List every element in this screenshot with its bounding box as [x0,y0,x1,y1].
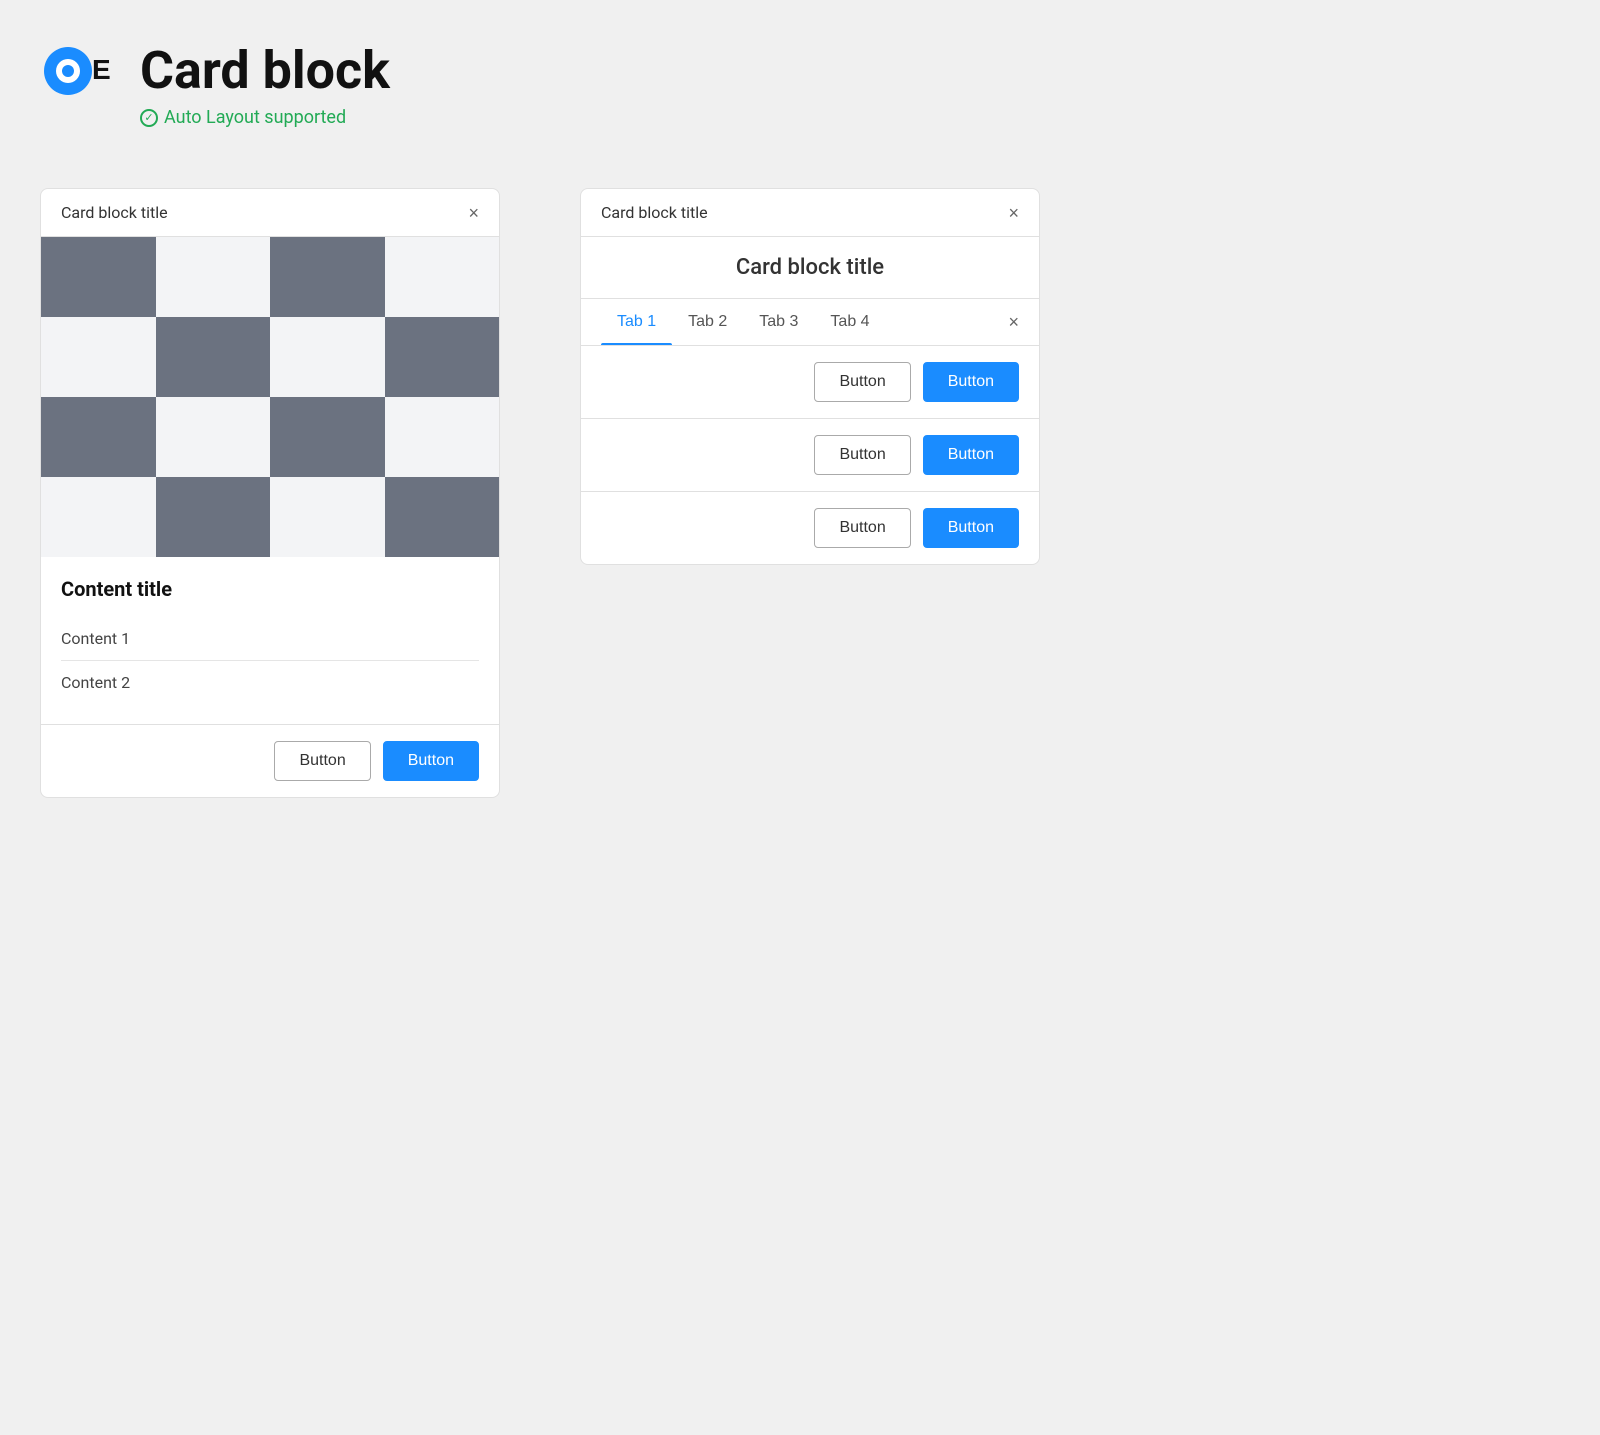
card-left-outline-button[interactable]: Button [274,741,370,781]
checker-cell [385,237,500,317]
tabs-close-button[interactable]: × [1008,312,1019,333]
checker-cell [385,317,500,397]
svg-text:E: E [92,54,111,85]
content-rows: Button Button Button Button Button Butto… [581,346,1039,564]
card-right-title: Card block title [601,203,708,222]
row2-outline-button[interactable]: Button [814,435,910,475]
checker-cell [270,237,385,317]
checker-cell [41,397,156,477]
row1-primary-button[interactable]: Button [923,362,1019,402]
content-row-3: Button Button [581,492,1039,564]
checker-cell [41,237,156,317]
checker-cell [156,397,271,477]
content-row-2: Button Button [581,419,1039,492]
card-left-title: Card block title [61,203,168,222]
checker-cell [156,317,271,397]
row1-outline-button[interactable]: Button [814,362,910,402]
main-content: Card block title × Content title Content… [40,188,1560,798]
checker-cell [270,317,385,397]
card-left-body: Content title Content 1 Content 2 [41,557,499,724]
checker-cell [41,477,156,557]
checkerboard [41,237,499,557]
tab-2[interactable]: Tab 2 [672,299,743,345]
card-left-close-button[interactable]: × [468,204,479,222]
tabs-row: Tab 1 Tab 2 Tab 3 Tab 4 × [581,299,1039,346]
card-right-header: Card block title × [581,189,1039,237]
card-left-primary-button[interactable]: Button [383,741,479,781]
checker-cell [270,397,385,477]
header-top: E Card block [40,40,1560,101]
card-left-header: Card block title × [41,189,499,237]
checker-cell [385,477,500,557]
header: E Card block ✓ Auto Layout supported [40,40,1560,128]
tab-4[interactable]: Tab 4 [814,299,885,345]
card-left-footer: Button Button [41,724,499,797]
card-right-banner: Card block title [581,237,1039,299]
tab-3[interactable]: Tab 3 [743,299,814,345]
card-right-close-button[interactable]: × [1008,204,1019,222]
app-title: Card block [140,40,390,101]
checker-cell [41,317,156,397]
auto-layout-label: Auto Layout supported [164,107,346,128]
row2-primary-button[interactable]: Button [923,435,1019,475]
auto-layout-badge: ✓ Auto Layout supported [140,107,1560,128]
app-logo: E [40,41,120,101]
checker-cell [156,477,271,557]
checker-cell [156,237,271,317]
content-title: Content title [61,577,479,601]
tab-1[interactable]: Tab 1 [601,299,672,345]
checker-cell [270,477,385,557]
row3-primary-button[interactable]: Button [923,508,1019,548]
checker-cell [385,397,500,477]
card-right: Card block title × Card block title Tab … [580,188,1040,565]
content-row-1: Button Button [581,346,1039,419]
row3-outline-button[interactable]: Button [814,508,910,548]
card-left: Card block title × Content title Content… [40,188,500,798]
check-icon: ✓ [140,109,158,127]
content-item-1: Content 1 [61,617,479,661]
content-item-2: Content 2 [61,661,479,704]
